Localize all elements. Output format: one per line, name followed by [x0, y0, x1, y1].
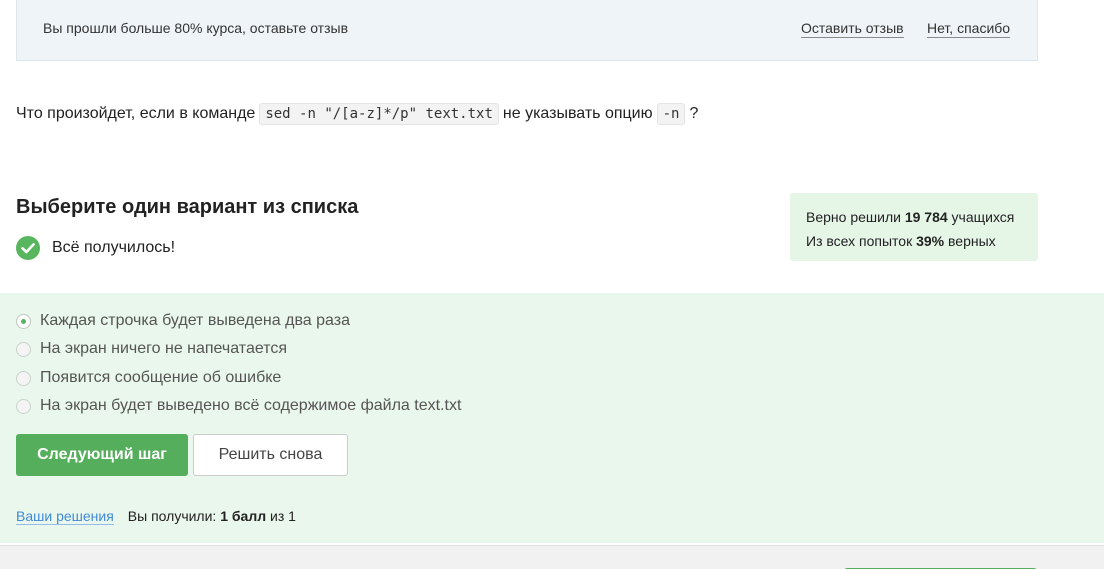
banner-text: Вы прошли больше 80% курса, оставьте отз…: [43, 20, 349, 36]
result-row: Ваши решения Вы получили: 1 балл из 1: [16, 508, 296, 525]
score-prefix: Вы получили:: [127, 508, 217, 524]
success-text: Всё получилось!: [52, 239, 176, 256]
check-circle-icon: [16, 236, 40, 260]
your-solutions-link[interactable]: Ваши решения: [16, 508, 114, 525]
question-suffix: ?: [689, 105, 699, 122]
success-status: Всё получилось!: [16, 236, 175, 260]
score-value: 1 балл: [220, 508, 267, 524]
radio-selected-icon[interactable]: [16, 313, 31, 329]
option-label: На экран будет выведено всё содержимое ф…: [40, 397, 462, 414]
option-0[interactable]: Каждая строчка будет выведена два раза: [16, 310, 350, 332]
question-prefix: Что произойдет, если в команде: [16, 105, 256, 122]
no-thanks-link[interactable]: Нет, спасибо: [927, 20, 1011, 38]
option-label: Каждая строчка будет выведена два раза: [40, 312, 350, 329]
command-code: sed -n "/[a-z]*/p" text.txt: [259, 103, 499, 125]
section-title: Выберите один вариант из списка: [16, 196, 359, 218]
radio-icon[interactable]: [16, 341, 31, 357]
attempts-suffix: верных: [948, 233, 996, 249]
attempts-prefix: Из всех попыток: [806, 233, 913, 249]
solve-again-button[interactable]: Решить снова: [193, 434, 348, 476]
option-code: -n: [656, 103, 686, 125]
next-step-button[interactable]: Следующий шаг: [16, 434, 188, 476]
solved-count: 19 784: [904, 209, 948, 225]
attempts-stat: Из всех попыток 39% верных: [806, 229, 1022, 253]
option-3[interactable]: На экран будет выведено всё содержимое ф…: [16, 395, 461, 417]
solved-prefix: Верно решили: [806, 209, 901, 225]
question-middle: не указывать опцию: [502, 105, 653, 122]
option-2[interactable]: Появится сообщение об ошибке: [16, 367, 281, 389]
option-label: На экран ничего не напечатается: [40, 340, 288, 357]
score-text: Вы получили: 1 балл из 1: [128, 508, 296, 525]
question-text: Что произойдет, если в команде sed -n "/…: [16, 101, 698, 127]
solved-suffix: учащихся: [951, 209, 1015, 225]
score-suffix: из 1: [270, 508, 296, 524]
radio-icon[interactable]: [16, 398, 31, 414]
solved-stat: Верно решили 19 784 учащихся: [806, 205, 1022, 229]
option-label: Появится сообщение об ошибке: [40, 369, 282, 386]
attempts-percent: 39%: [916, 233, 945, 249]
answer-area: Каждая строчка будет выведена два раза Н…: [0, 293, 1104, 543]
radio-icon[interactable]: [16, 370, 31, 386]
review-banner: Вы прошли больше 80% курса, оставьте отз…: [16, 0, 1038, 61]
option-1[interactable]: На экран ничего не напечатается: [16, 338, 287, 360]
leave-review-link[interactable]: Оставить отзыв: [801, 20, 904, 38]
bottom-bar: [0, 545, 1104, 569]
stats-panel: Верно решили 19 784 учащихся Из всех поп…: [790, 193, 1038, 261]
